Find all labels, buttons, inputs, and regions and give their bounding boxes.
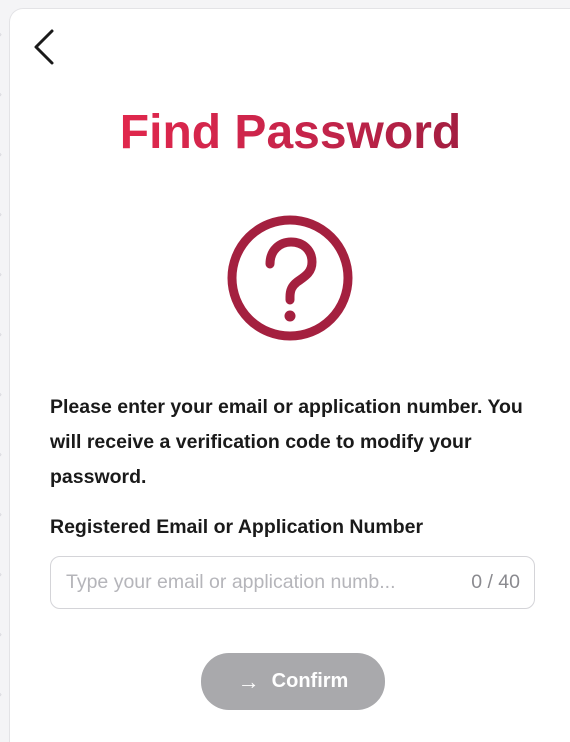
confirm-button[interactable]: → Confirm xyxy=(201,653,385,710)
email-input[interactable] xyxy=(66,571,468,594)
background-chevron: › xyxy=(0,328,2,340)
chevron-left-icon xyxy=(34,29,54,65)
find-password-panel: Find Password Please enter your email or… xyxy=(9,8,570,742)
email-field[interactable]: 0 / 40 xyxy=(50,556,535,609)
instructions-text: Please enter your email or application n… xyxy=(50,396,523,488)
background-chevron: › xyxy=(0,208,2,220)
page-title: Find Password xyxy=(10,109,570,157)
character-counter: 0 / 40 xyxy=(471,571,520,593)
back-button[interactable] xyxy=(28,27,62,67)
question-circle-icon xyxy=(224,212,356,344)
find-password-page: › › › › › › › › › › › › Find Password Please enter … xyxy=(0,0,570,742)
background-chevron: › xyxy=(0,268,2,280)
background-chevron: › xyxy=(0,148,2,160)
background-chevron: › xyxy=(0,508,2,520)
background-chevron: › xyxy=(0,448,2,460)
background-chevron: › xyxy=(0,568,2,580)
background-chevron: › xyxy=(0,688,2,700)
confirm-button-label: Confirm xyxy=(271,670,349,692)
background-chevron: › xyxy=(0,88,2,100)
background-chevron: › xyxy=(0,388,2,400)
email-field-label: Registered Email or Application Number xyxy=(50,516,424,538)
background-chevron: › xyxy=(0,28,2,40)
arrow-right-icon: → xyxy=(237,668,260,694)
background-chevron: › xyxy=(0,628,2,640)
